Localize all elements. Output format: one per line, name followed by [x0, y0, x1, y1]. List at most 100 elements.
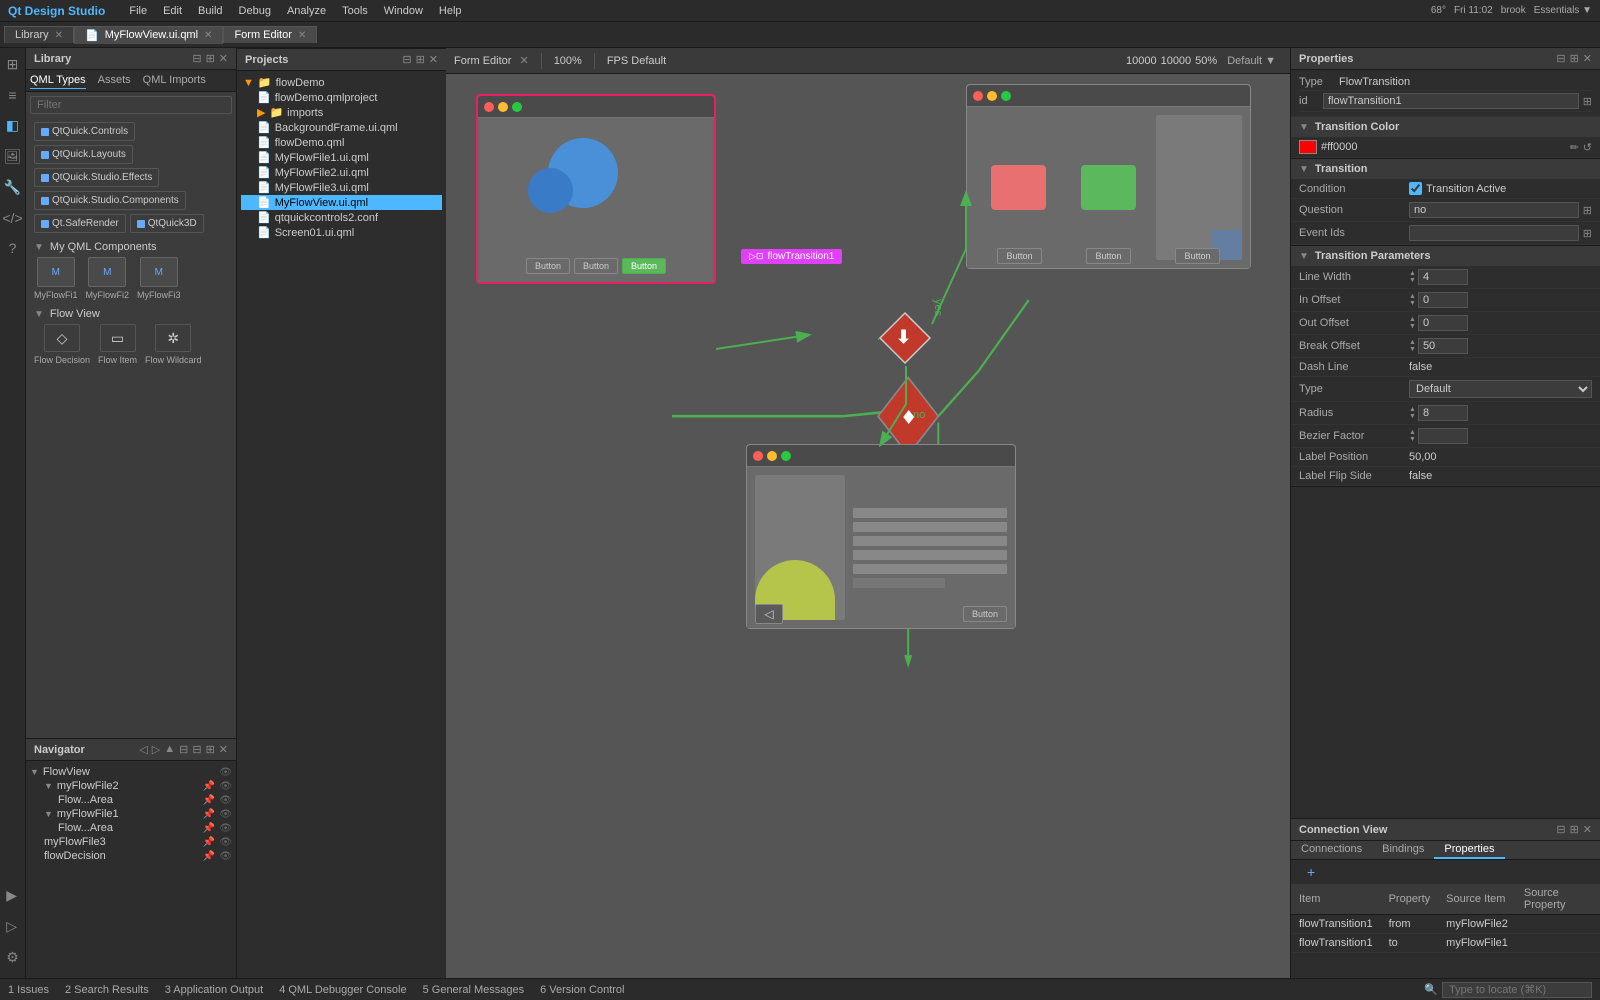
sidebar-icon-play[interactable]: ▶	[2, 883, 23, 908]
radius-down[interactable]: ▼	[1409, 413, 1416, 420]
nav-eye-flowview[interactable]: 👁	[219, 767, 232, 778]
window2-btn2[interactable]: Button	[1086, 248, 1130, 264]
status-app-output[interactable]: 3 Application Output	[165, 984, 263, 996]
window1-btn2[interactable]: Button	[574, 258, 618, 274]
conn-tab-properties[interactable]: Properties	[1434, 841, 1504, 859]
nav-pin-myflowfile1[interactable]: 📌	[203, 809, 215, 820]
proj-close[interactable]: ✕	[429, 53, 438, 66]
nav-up[interactable]: ▲	[164, 743, 175, 756]
conn-expand[interactable]: ⊞	[1570, 823, 1579, 836]
conn-row-1[interactable]: flowTransition1 from myFlowFile2	[1291, 915, 1600, 934]
radius-up[interactable]: ▲	[1409, 406, 1416, 413]
proj-item-qmlproject[interactable]: 📄 flowDemo.qmlproject	[241, 90, 442, 105]
line-width-input[interactable]	[1418, 269, 1468, 285]
color-swatch[interactable]	[1299, 140, 1317, 154]
line-width-up[interactable]: ▲	[1409, 270, 1416, 277]
form-editor-close[interactable]: ✕	[519, 54, 528, 67]
nav-eye-flowdecision[interactable]: 👁	[219, 851, 232, 862]
menu-tools[interactable]: Tools	[342, 5, 368, 17]
sidebar-icon-assets[interactable]: 🖼	[0, 144, 25, 169]
props-minimize[interactable]: ⊟	[1556, 52, 1565, 65]
out-offset-up[interactable]: ▲	[1409, 316, 1416, 323]
status-type-input[interactable]: 🔍	[1424, 982, 1592, 998]
out-offset-down[interactable]: ▼	[1409, 323, 1416, 330]
status-search[interactable]: 2 Search Results	[65, 984, 149, 996]
color-edit-icon[interactable]: ✏	[1570, 141, 1579, 154]
sidebar-icon-code[interactable]: </>	[0, 206, 27, 230]
question-input[interactable]	[1409, 202, 1579, 218]
nav-eye-myflowfile3[interactable]: 👁	[219, 837, 232, 848]
tab-library[interactable]: Library ✕	[4, 26, 74, 43]
library-minimize[interactable]: ⊟	[192, 52, 201, 65]
sidebar-icon-components[interactable]: ◧	[2, 113, 23, 138]
window3-btn1[interactable]: Button	[963, 606, 1007, 622]
window1-btn1[interactable]: Button	[526, 258, 570, 274]
window2-btn1[interactable]: Button	[997, 248, 1041, 264]
sidebar-icon-settings[interactable]: ⚙	[2, 945, 23, 970]
nav-item-myflowfile2[interactable]: ▼ myFlowFile2 📌 👁	[30, 779, 232, 793]
out-offset-input[interactable]	[1418, 315, 1468, 331]
status-version[interactable]: 6 Version Control	[540, 984, 624, 996]
library-search-input[interactable]	[30, 96, 232, 114]
menu-build[interactable]: Build	[198, 5, 222, 17]
props-expand[interactable]: ⊞	[1570, 52, 1579, 65]
btn-qtquick3d[interactable]: QtQuick3D	[130, 214, 204, 233]
type-to-locate-input[interactable]	[1442, 982, 1592, 998]
btn-qtquick-components[interactable]: QtQuick.Studio.Components	[34, 191, 186, 210]
nav-filter[interactable]: ⊟	[179, 743, 188, 756]
my-qml-item-3[interactable]: M MyFlowFi3	[137, 257, 181, 300]
menu-debug[interactable]: Debug	[239, 5, 271, 17]
tab-form-editor[interactable]: Form Editor ✕	[223, 26, 317, 43]
library-close[interactable]: ✕	[219, 52, 228, 65]
in-offset-input[interactable]	[1418, 292, 1468, 308]
nav-eye-myflowfile2[interactable]: 👁	[219, 781, 232, 792]
nav-pin-flowdecision[interactable]: 📌	[203, 851, 215, 862]
tab-myflowview[interactable]: 📄 MyFlowView.ui.qml ✕	[74, 26, 223, 44]
flow-item-item[interactable]: ▭ Flow Item	[98, 324, 137, 365]
library-expand[interactable]: ⊞	[206, 52, 215, 65]
event-ids-expand[interactable]: ⊞	[1583, 227, 1592, 240]
flow-wildcard-item[interactable]: ✲ Flow Wildcard	[145, 324, 202, 365]
nav-back[interactable]: ◁	[139, 743, 147, 756]
conn-tab-bindings[interactable]: Bindings	[1372, 841, 1434, 859]
nav-close[interactable]: ✕	[219, 743, 228, 756]
proj-item-qtquickconf[interactable]: 📄 qtquickcontrols2.conf	[241, 210, 442, 225]
my-qml-header[interactable]: ▼ My QML Components	[34, 241, 228, 253]
nav-eye-myflowfile1[interactable]: 👁	[219, 809, 232, 820]
proj-expand[interactable]: ⊞	[416, 53, 425, 66]
back-btn-triangle[interactable]: ◁	[755, 604, 783, 624]
conn-minimize[interactable]: ⊟	[1556, 823, 1565, 836]
in-offset-down[interactable]: ▼	[1409, 300, 1416, 307]
nav-minimize[interactable]: ⊟	[192, 743, 201, 756]
menu-edit[interactable]: Edit	[163, 5, 182, 17]
nav-item-myflowfile1[interactable]: ▼ myFlowFile1 📌 👁	[30, 807, 232, 821]
nav-pin-flowarea2[interactable]: 📌	[203, 823, 215, 834]
nav-pin-flowarea1[interactable]: 📌	[203, 795, 215, 806]
break-offset-down[interactable]: ▼	[1409, 346, 1416, 353]
proj-item-myflowfile1[interactable]: 📄 MyFlowFile1.ui.qml	[241, 150, 442, 165]
sidebar-icon-layers[interactable]: ≡	[4, 83, 20, 107]
sidebar-icon-debug-play[interactable]: ▷	[2, 914, 23, 939]
line-width-down[interactable]: ▼	[1409, 277, 1416, 284]
btn-qtquick-effects[interactable]: QtQuick.Studio.Effects	[34, 168, 159, 187]
tab-qml-imports[interactable]: QML Imports	[143, 72, 206, 89]
nav-item-flow-area-2[interactable]: Flow...Area 📌 👁	[30, 821, 232, 835]
tab-form-editor-close[interactable]: ✕	[298, 30, 306, 41]
nav-item-flow-area-1[interactable]: Flow...Area 📌 👁	[30, 793, 232, 807]
btn-qt-saferender[interactable]: Qt.SafeRender	[34, 214, 126, 233]
proj-item-myflowfile2[interactable]: 📄 MyFlowFile2.ui.qml	[241, 165, 442, 180]
default-btn[interactable]: Default ▼	[1221, 53, 1282, 69]
transition-header[interactable]: ▼ Transition	[1291, 159, 1600, 179]
conn-close[interactable]: ✕	[1583, 823, 1592, 836]
proj-item-imports[interactable]: ▶ 📁 imports	[241, 105, 442, 120]
btn-qtquick-controls[interactable]: QtQuick.Controls	[34, 122, 135, 141]
id-input[interactable]	[1323, 93, 1579, 109]
menu-window[interactable]: Window	[384, 5, 423, 17]
proj-item-flowdemoqml[interactable]: 📄 flowDemo.qml	[241, 135, 442, 150]
tab-assets[interactable]: Assets	[98, 72, 131, 89]
type-param-select[interactable]: Default	[1409, 380, 1592, 398]
in-offset-up[interactable]: ▲	[1409, 293, 1416, 300]
bezier-input[interactable]	[1418, 428, 1468, 444]
bezier-up[interactable]: ▲	[1409, 429, 1416, 436]
essentials-btn[interactable]: Essentials ▼	[1534, 5, 1592, 16]
